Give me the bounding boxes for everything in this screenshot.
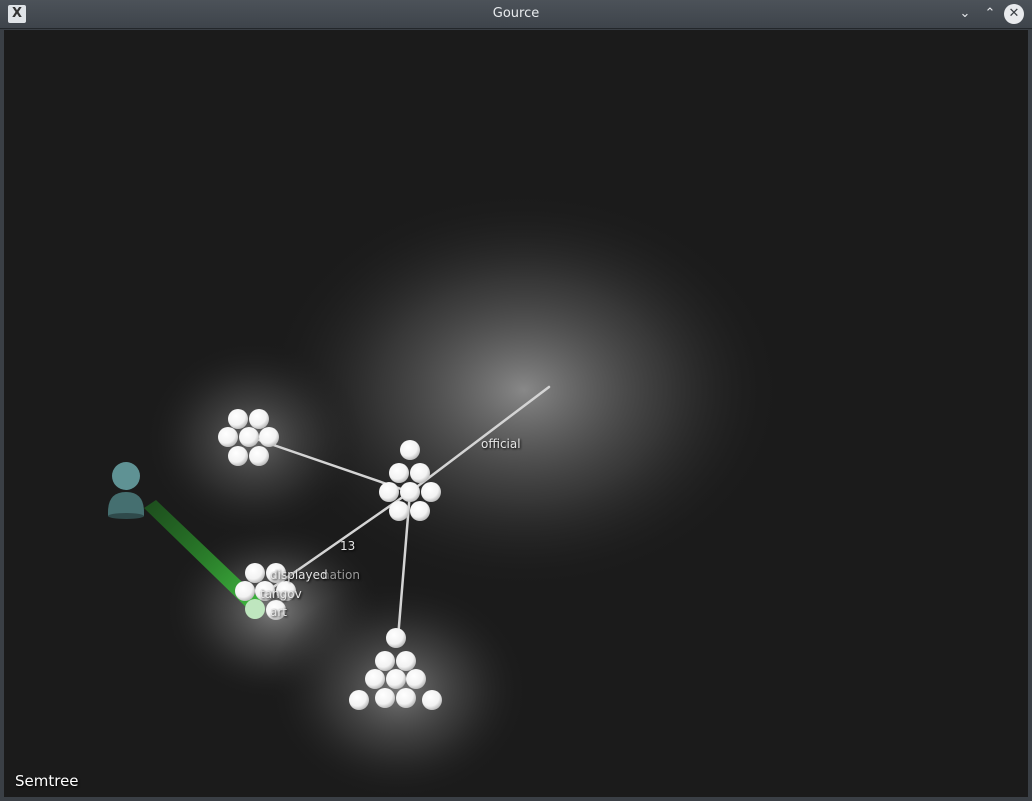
label-official: official <box>481 437 521 451</box>
title-bar[interactable]: X Gource ⌄ ⌃ ✕ <box>0 0 1032 29</box>
maximize-button[interactable]: ⌃ <box>980 4 1000 24</box>
visualization-canvas[interactable]: official 13 nation displayed tangov art … <box>4 30 1028 797</box>
label-tangov: tangov <box>260 587 302 601</box>
label-art: art <box>270 605 287 619</box>
tree-graph <box>108 190 784 797</box>
label-displayed: displayed <box>270 568 328 582</box>
repository-caption: Semtree <box>15 772 79 790</box>
user-avatar[interactable] <box>108 462 144 519</box>
gource-window: X Gource ⌄ ⌃ ✕ official 13 nation displa… <box>0 0 1032 801</box>
modified-file-node[interactable] <box>245 599 265 619</box>
minimize-button[interactable]: ⌄ <box>955 4 975 24</box>
window-title: Gource <box>492 6 540 21</box>
label-count: 13 <box>340 539 356 553</box>
close-button[interactable]: ✕ <box>1004 4 1024 24</box>
glow-layer <box>144 190 784 797</box>
